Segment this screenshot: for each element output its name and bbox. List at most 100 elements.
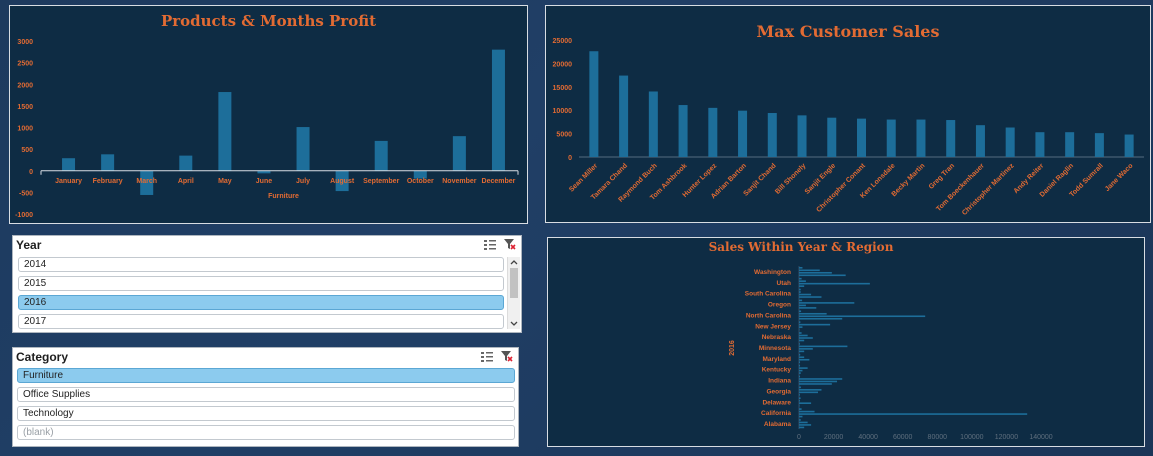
- customer-bar: [857, 118, 866, 157]
- category-slicer-title: Category: [16, 350, 69, 364]
- region-bar: [799, 378, 843, 380]
- region-bar: [799, 312, 827, 315]
- region-bar: [799, 326, 803, 328]
- region-bar: [799, 415, 803, 418]
- region-bar: [799, 317, 843, 320]
- region-y-tick: Delaware: [762, 399, 791, 406]
- year-option-2014[interactable]: 2014: [18, 257, 504, 272]
- region-y-tick: California: [761, 410, 791, 417]
- category-option-blank[interactable]: (blank): [17, 425, 515, 440]
- region-bar: [799, 321, 801, 323]
- region-bar: [799, 307, 817, 309]
- region-bar: [799, 404, 800, 407]
- customer-x-tick: Sean Miller: [568, 162, 599, 193]
- profit-y-tick: -1000: [15, 212, 33, 219]
- region-y-tick: Kentucky: [762, 367, 792, 374]
- region-bar: [799, 348, 813, 350]
- region-bar: [799, 296, 822, 298]
- region-bar: [799, 375, 801, 378]
- profit-x-tick: March: [136, 178, 157, 185]
- region-x-tick: 120000: [995, 434, 1018, 441]
- clear-filter-icon[interactable]: [501, 351, 513, 362]
- customer-bar: [767, 113, 777, 157]
- profit-bar: [452, 136, 466, 171]
- region-bar: [799, 315, 926, 318]
- region-x-tick: 100000: [960, 434, 983, 441]
- region-bar: [799, 426, 805, 429]
- region-x-tick: 40000: [858, 434, 878, 441]
- category-option-technology[interactable]: Technology: [17, 406, 515, 421]
- customer-sales-chart-plot: 2500020000150001000050000Sean MillerTama…: [553, 38, 1144, 217]
- region-bar: [799, 345, 848, 348]
- profit-x-tick: September: [363, 178, 399, 185]
- region-y-tick: Utah: [777, 280, 791, 287]
- customer-bar: [797, 115, 807, 157]
- year-slicer-scrollbar[interactable]: [507, 257, 520, 329]
- region-bar: [799, 397, 801, 399]
- profit-x-tick: November: [442, 178, 477, 185]
- year-option-2015[interactable]: 2015: [18, 276, 504, 291]
- category-option-office-supplies[interactable]: Office Supplies: [17, 387, 515, 402]
- region-y-tick: Nebraska: [762, 334, 792, 341]
- customer-bar: [1065, 132, 1075, 157]
- region-y-tick: Washington: [754, 269, 791, 276]
- region-y-tick: Oregon: [768, 302, 791, 309]
- multi-select-icon[interactable]: [484, 239, 496, 250]
- customer-y-tick: 10000: [553, 108, 573, 115]
- region-x-tick: 60000: [893, 434, 913, 441]
- region-y-tick: Alabama: [764, 421, 791, 428]
- customer-bar: [827, 117, 837, 157]
- region-y-tick: New Jersey: [755, 323, 791, 330]
- region-bar: [799, 408, 802, 410]
- region-bar: [799, 285, 805, 287]
- customer-y-tick: 15000: [553, 85, 573, 92]
- region-bar: [799, 419, 801, 421]
- region-bar: [799, 383, 832, 385]
- region-bar: [799, 421, 808, 424]
- customer-bar: [648, 91, 658, 157]
- region-bar: [799, 334, 808, 337]
- customer-bar: [589, 51, 599, 158]
- region-bar: [799, 323, 831, 326]
- multi-select-icon[interactable]: [481, 351, 493, 362]
- profit-x-tick: October: [407, 178, 434, 185]
- customer-bar: [886, 119, 896, 157]
- region-bar: [799, 337, 813, 339]
- customer-bar: [946, 120, 956, 157]
- year-option-2017[interactable]: 2017: [18, 314, 504, 329]
- profit-y-tick: -500: [19, 190, 33, 197]
- region-x-tick: 20000: [824, 434, 844, 441]
- region-x-tick: 80000: [928, 434, 948, 441]
- customer-x-tick: Christopher Conant: [815, 162, 867, 214]
- year-option-2016[interactable]: 2016: [18, 295, 504, 310]
- profit-bar: [101, 154, 115, 171]
- region-bar: [799, 356, 805, 359]
- region-bar: [799, 274, 846, 277]
- profit-chart-panel: Products & Months Profit 3000 2500 2000 150…: [9, 5, 528, 224]
- profit-x-tick: May: [218, 178, 232, 185]
- customer-bar: [678, 105, 688, 157]
- region-bar: [799, 369, 803, 372]
- profit-x-tick: July: [296, 178, 310, 185]
- customer-y-tick: 0: [568, 155, 572, 162]
- region-bar: [799, 328, 800, 331]
- scroll-down-icon[interactable]: [508, 319, 520, 329]
- profit-x-tick: June: [256, 178, 272, 185]
- profit-y-tick: 2500: [17, 61, 33, 68]
- region-bar: [799, 413, 1028, 415]
- customer-x-tick: Bill Shonely: [774, 162, 807, 195]
- category-option-furniture[interactable]: Furniture: [17, 368, 515, 383]
- customer-sales-chart-panel: Max Customer Sales 25000 20000 15000 10000 5…: [545, 5, 1151, 223]
- region-x-tick: 0: [797, 434, 801, 441]
- region-bar: [799, 372, 801, 374]
- region-bar: [799, 280, 806, 282]
- region-bar: [799, 339, 805, 342]
- profit-x-tick: August: [330, 178, 355, 185]
- scroll-up-icon[interactable]: [508, 257, 520, 267]
- customer-bar: [975, 125, 985, 157]
- scrollbar-thumb[interactable]: [510, 268, 518, 298]
- profit-y-tick: 3000: [17, 39, 33, 46]
- clear-filter-icon[interactable]: [504, 239, 516, 250]
- region-y-tick: Maryland: [762, 356, 791, 363]
- region-sales-chart-panel: Sales Within Year & Region Washington Uta…: [547, 237, 1145, 447]
